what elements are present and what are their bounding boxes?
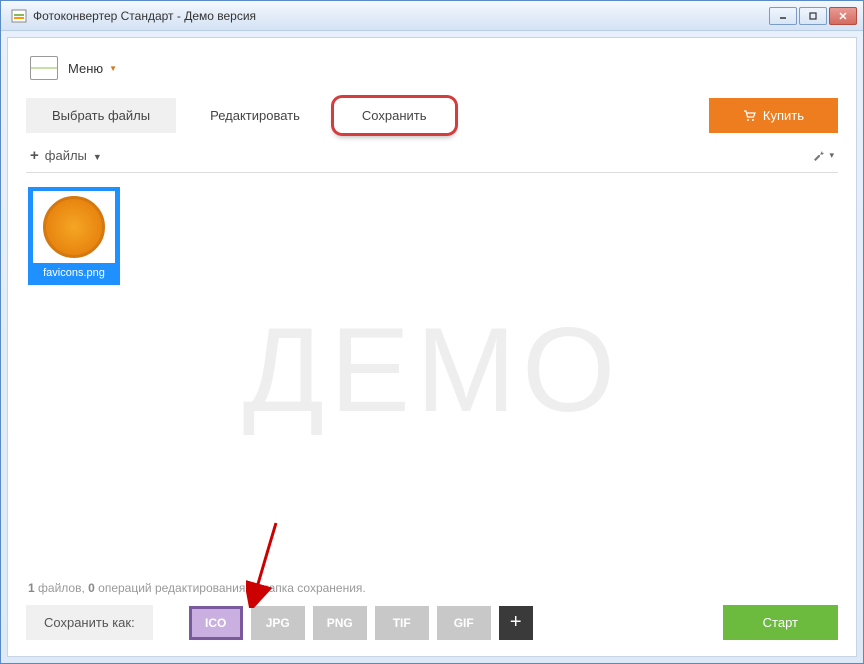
settings-wrench-button[interactable] [812,149,834,163]
wrench-icon [812,149,826,163]
files-toolbar: + файлы▼ [26,141,838,170]
bottom-row: Сохранить как: ICO JPG PNG TIF GIF + Ста… [26,605,838,640]
buy-button[interactable]: Купить [709,98,838,133]
format-ico-button[interactable]: ICO [189,606,243,640]
thumbnail-filename: favicons.png [43,267,105,279]
files-dropdown[interactable]: файлы▼ [45,148,102,163]
format-gif-button[interactable]: GIF [437,606,491,640]
divider [26,172,838,173]
close-button[interactable] [829,7,857,25]
format-jpg-button[interactable]: JPG [251,606,305,640]
tab-select-files[interactable]: Выбрать файлы [26,98,176,133]
tab-save[interactable]: Сохранить [334,98,455,133]
format-add-button[interactable]: + [499,606,533,640]
maximize-button[interactable] [799,7,827,25]
chevron-down-icon: ▼ [93,152,102,162]
menu-dropdown[interactable]: Меню [68,61,117,76]
start-button[interactable]: Старт [723,605,838,640]
app-logo-icon [30,56,58,80]
minimize-button[interactable] [769,7,797,25]
format-tif-button[interactable]: TIF [375,606,429,640]
titlebar: Фотоконвертер Стандарт - Демо версия [1,1,863,31]
app-icon [11,8,27,24]
save-as-label: Сохранить как: [26,605,153,640]
demo-watermark: ДЕМО [243,301,622,439]
window-controls [769,7,857,25]
thumbnail-item[interactable]: favicons.png [28,187,120,285]
tabs-row: Выбрать файлы Редактировать Сохранить Ку… [26,98,838,133]
cart-icon [743,110,757,122]
thumbnail-image [33,191,115,263]
window-title: Фотоконвертер Стандарт - Демо версия [33,9,769,23]
plus-icon: + [30,147,39,164]
status-line: 1 файлов, 0 операций редактирования, 1 п… [26,577,838,605]
buy-label: Купить [763,108,804,123]
thumbnails-area: ДЕМО favicons.png [26,179,838,577]
menu-row: Меню [26,50,838,92]
content-area: Меню Выбрать файлы Редактировать Сохрани… [7,37,857,657]
tab-edit[interactable]: Редактировать [184,98,326,133]
app-window: Фотоконвертер Стандарт - Демо версия Мен… [0,0,864,664]
format-png-button[interactable]: PNG [313,606,367,640]
orange-icon [43,196,105,258]
